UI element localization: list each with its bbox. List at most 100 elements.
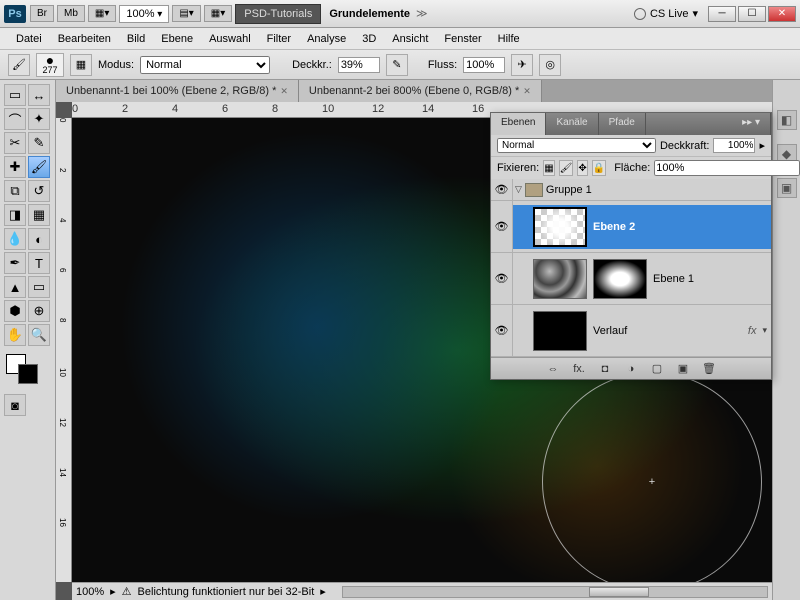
- adjustments-panel-icon[interactable]: ▣: [777, 178, 797, 198]
- fx-menu-icon[interactable]: fx.: [570, 360, 588, 378]
- lock-transparency-icon[interactable]: ▦: [543, 160, 554, 176]
- cslive-button[interactable]: CS Live ▾: [634, 7, 698, 20]
- panel-menu-icon[interactable]: ▸▸ ▾: [732, 113, 771, 135]
- 3d-tool[interactable]: ⬢: [4, 300, 26, 322]
- menu-bearbeiten[interactable]: Bearbeiten: [50, 30, 119, 48]
- chevron-icon[interactable]: ▸: [110, 585, 116, 598]
- gradient-tool[interactable]: ▦: [28, 204, 50, 226]
- blend-mode-select[interactable]: Normal: [140, 56, 270, 74]
- eraser-tool[interactable]: ◨: [4, 204, 26, 226]
- chevron-right-icon[interactable]: ≫: [416, 7, 428, 20]
- workspace-name[interactable]: Grundelemente: [329, 8, 410, 20]
- layer-thumbnail[interactable]: [533, 259, 587, 299]
- lock-pixels-icon[interactable]: 🖌: [559, 160, 574, 176]
- layer-mask-thumbnail[interactable]: [593, 259, 647, 299]
- 3d-camera-tool[interactable]: ⊕: [28, 300, 50, 322]
- menu-bild[interactable]: Bild: [119, 30, 153, 48]
- close-button[interactable]: ✕: [768, 6, 796, 22]
- zoom-readout[interactable]: 100%: [76, 586, 104, 598]
- tablet-pressure-icon[interactable]: ◎: [539, 54, 561, 76]
- tab-kanale[interactable]: Kanäle: [546, 113, 598, 135]
- layer-name[interactable]: Ebene 2: [593, 221, 635, 233]
- minibridge-button[interactable]: Mb: [57, 5, 85, 22]
- layer-ebene2[interactable]: 👁 Ebene 2: [491, 201, 771, 253]
- background-swatch[interactable]: [18, 364, 38, 384]
- brush-tool[interactable]: 🖌: [28, 156, 50, 178]
- menu-3d[interactable]: 3D: [354, 30, 384, 48]
- move-tool[interactable]: ↔: [28, 84, 50, 106]
- layer-ebene1[interactable]: 👁 Ebene 1: [491, 253, 771, 305]
- opacity-input[interactable]: [338, 57, 380, 73]
- type-tool[interactable]: T: [28, 252, 50, 274]
- tab-ebenen[interactable]: Ebenen: [491, 113, 546, 135]
- blur-tool[interactable]: 💧: [4, 228, 26, 250]
- mask-icon[interactable]: ◘: [596, 360, 614, 378]
- shape-tool[interactable]: ▭: [28, 276, 50, 298]
- wand-tool[interactable]: ✦: [28, 108, 50, 130]
- lasso-tool[interactable]: ⌒: [4, 108, 26, 130]
- chevron-icon[interactable]: ▸: [759, 139, 765, 152]
- menu-hilfe[interactable]: Hilfe: [490, 30, 528, 48]
- screen-mode-button[interactable]: ▦▾: [88, 5, 116, 22]
- healing-tool[interactable]: ✚: [4, 156, 26, 178]
- menu-filter[interactable]: Filter: [259, 30, 299, 48]
- disclosure-triangle-icon[interactable]: ▽: [515, 184, 522, 195]
- menu-fenster[interactable]: Fenster: [436, 30, 489, 48]
- layer-verlauf[interactable]: 👁 Verlauf fx ▾: [491, 305, 771, 357]
- menu-ansicht[interactable]: Ansicht: [384, 30, 436, 48]
- menu-ebene[interactable]: Ebene: [153, 30, 201, 48]
- marquee-tool[interactable]: ▭: [4, 84, 26, 106]
- layer-name[interactable]: Gruppe 1: [546, 184, 592, 196]
- brush-preset-picker[interactable]: ● 277: [36, 53, 64, 77]
- tab-pfade[interactable]: Pfade: [599, 113, 646, 135]
- swatches-panel-icon[interactable]: ◧: [777, 110, 797, 130]
- layer-group[interactable]: 👁 ▽ Gruppe 1: [491, 179, 771, 201]
- layer-fill-input[interactable]: [654, 160, 800, 176]
- layers-panel[interactable]: Ebenen Kanäle Pfade ▸▸ ▾ Normal Deckkraf…: [490, 112, 772, 380]
- ruler-vertical[interactable]: 0246810121416: [56, 118, 72, 582]
- visibility-icon[interactable]: 👁: [491, 253, 513, 304]
- layer-thumbnail[interactable]: [533, 311, 587, 351]
- trash-icon[interactable]: 🗑: [700, 360, 718, 378]
- visibility-icon[interactable]: 👁: [491, 305, 513, 356]
- maximize-button[interactable]: ☐: [738, 6, 766, 22]
- minimize-button[interactable]: ─: [708, 6, 736, 22]
- hand-tool[interactable]: ✋: [4, 324, 26, 346]
- history-brush-tool[interactable]: ↺: [28, 180, 50, 202]
- stamp-tool[interactable]: ⧉: [4, 180, 26, 202]
- menu-datei[interactable]: Datei: [8, 30, 50, 48]
- zoom-tool[interactable]: 🔍: [28, 324, 50, 346]
- link-layers-icon[interactable]: ⇔: [544, 360, 562, 378]
- path-select-tool[interactable]: ▲: [4, 276, 26, 298]
- psd-tutorials-workspace[interactable]: PSD-Tutorials: [235, 4, 321, 24]
- document-tab-2[interactable]: Unbenannt-2 bei 800% (Ebene 0, RGB/8) *✕: [299, 80, 542, 102]
- new-layer-icon[interactable]: ▣: [674, 360, 692, 378]
- arrange-button[interactable]: ▤▾: [172, 5, 200, 22]
- pen-tool[interactable]: ✒: [4, 252, 26, 274]
- visibility-icon[interactable]: 👁: [491, 201, 513, 252]
- close-icon[interactable]: ✕: [280, 86, 288, 97]
- layer-opacity-input[interactable]: [713, 138, 755, 153]
- chevron-down-icon[interactable]: ▾: [762, 325, 767, 336]
- close-icon[interactable]: ✕: [523, 86, 531, 97]
- airbrush-icon[interactable]: ✈: [511, 54, 533, 76]
- layer-name[interactable]: Verlauf: [593, 325, 627, 337]
- lock-all-icon[interactable]: 🔒: [592, 160, 606, 176]
- eyedropper-tool[interactable]: ✎: [28, 132, 50, 154]
- quickmask-toggle[interactable]: ◙: [4, 394, 26, 416]
- brush-tool-icon[interactable]: 🖌: [8, 54, 30, 76]
- layer-name[interactable]: Ebene 1: [653, 273, 694, 285]
- zoom-dropdown[interactable]: 100% ▾: [119, 5, 169, 23]
- chevron-icon[interactable]: ▸: [320, 585, 326, 598]
- extras-button[interactable]: ▦▾: [204, 5, 232, 22]
- scrollbar-thumb[interactable]: [589, 587, 649, 597]
- opacity-pressure-icon[interactable]: ✎: [386, 54, 408, 76]
- fx-badge[interactable]: fx: [748, 325, 757, 337]
- horizontal-scrollbar[interactable]: [342, 586, 768, 598]
- layer-thumbnail[interactable]: [533, 207, 587, 247]
- adjustment-icon[interactable]: ◑: [622, 360, 640, 378]
- visibility-icon[interactable]: 👁: [491, 179, 513, 200]
- layer-blend-mode[interactable]: Normal: [497, 138, 656, 153]
- bridge-button[interactable]: Br: [30, 5, 54, 22]
- dodge-tool[interactable]: ◐: [28, 228, 50, 250]
